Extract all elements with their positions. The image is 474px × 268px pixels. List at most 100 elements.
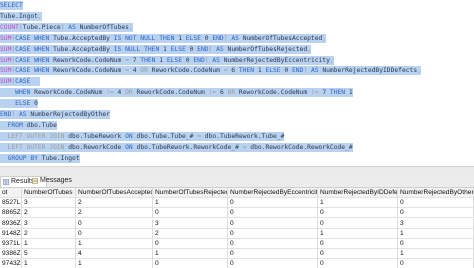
code-line: FROM dbo.Tube: [0, 120, 57, 130]
table-cell[interactable]: 0: [398, 259, 474, 268]
table-cell[interactable]: 2: [22, 228, 76, 239]
table-cell[interactable]: 0: [228, 218, 318, 229]
table-cell[interactable]: 0: [318, 249, 398, 260]
table-cell[interactable]: 0: [76, 218, 153, 229]
table-cell[interactable]: 3: [398, 218, 474, 229]
table-cell[interactable]: 8936Z: [0, 218, 22, 229]
table-cell[interactable]: 1: [22, 259, 76, 268]
table-cell[interactable]: 2: [22, 208, 76, 219]
table-cell[interactable]: 0: [76, 228, 153, 239]
table-cell[interactable]: 8865Z: [0, 208, 22, 219]
selected-text: SUM(CASE WHEN Tube.AcceptedBy IS NULL TH…: [0, 44, 311, 54]
code-token: IS NULL THEN: [113, 45, 160, 53]
code-token: SUM: [0, 78, 12, 86]
sql-editor[interactable]: SELECT Tube.Ingot, COUNT(Tube.Piece) AS Nu…: [0, 0, 474, 168]
code-token: THEN: [238, 67, 255, 75]
code-line: SUM(CASE WHEN Tube.AcceptedBy IS NULL TH…: [0, 44, 311, 54]
code-line: WHEN ReworkCode.CodeNum != 4 OR ReworkCo…: [0, 88, 353, 98]
table-cell[interactable]: 4: [76, 249, 153, 260]
table-cell[interactable]: 0: [153, 208, 228, 219]
tab-messages[interactable]: Messages: [30, 176, 81, 186]
code-line: LEFT OUTER JOIN dbo.ReworkCode ON dbo.Tu…: [0, 142, 353, 152]
code-token: THEN: [140, 56, 156, 64]
table-row[interactable]: 9743Z 1 1 0 0 0 0: [0, 259, 474, 268]
table-cell[interactable]: 1: [76, 259, 153, 268]
code-token: ELSE: [166, 56, 183, 64]
table-cell[interactable]: 0: [398, 208, 474, 219]
table-cell[interactable]: 0: [153, 259, 228, 268]
table-cell[interactable]: 0: [318, 208, 398, 219]
code-line: GROUP BY Tube.Ingot: [0, 153, 80, 163]
code-token: 1: [254, 67, 266, 75]
table-cell[interactable]: 3: [22, 218, 76, 229]
table-cell[interactable]: 0: [228, 208, 318, 219]
table-cell[interactable]: 1: [318, 228, 398, 239]
code-token: 7: [128, 56, 141, 64]
table-cell[interactable]: 3: [22, 198, 76, 209]
results-tab-bar: Results Messages: [0, 175, 474, 188]
table-cell[interactable]: 9386Z: [0, 249, 22, 260]
table-cell[interactable]: 1: [22, 239, 76, 249]
code-token: 1: [155, 56, 167, 64]
table-cell[interactable]: 9743Z: [0, 259, 22, 268]
table-cell[interactable]: 5: [22, 249, 76, 260]
table-cell[interactable]: 0: [228, 259, 318, 268]
table-cell[interactable]: 0: [318, 259, 398, 268]
code-token: NumberRejectedByEccentricity: [219, 56, 330, 64]
table-cell[interactable]: 0: [153, 239, 228, 249]
table-row[interactable]: 9371L 1 1 0 0 0 0: [0, 239, 474, 249]
table-row[interactable]: 9386Z 5 4 1 0 0 1: [0, 249, 474, 260]
table-cell[interactable]: 0: [228, 239, 318, 249]
code-token: 6: [216, 89, 228, 97]
code-token: dbo.Tube.Tube_#: [132, 132, 198, 140]
selected-text: SUM(CASE: [0, 77, 40, 87]
code-token: NumberRejectedByOther: [26, 111, 110, 118]
selected-text: SELECT: [0, 1, 23, 10]
selected-text: GROUP BY Tube.Ingot: [0, 153, 80, 163]
table-cell[interactable]: 2: [76, 208, 153, 219]
table-cell[interactable]: 0: [228, 198, 318, 209]
table-cell[interactable]: 0: [318, 218, 398, 229]
table-cell[interactable]: 0: [318, 239, 398, 249]
table-cell[interactable]: 0: [228, 249, 318, 260]
table-cell[interactable]: 1: [153, 198, 228, 209]
code-token: THEN: [329, 89, 346, 97]
table-cell[interactable]: 1: [153, 249, 228, 260]
table-cell[interactable]: 1: [318, 198, 398, 209]
code-token: ELSE: [185, 34, 201, 42]
code-line: SUM(CASE WHEN ReworkCode.CodeNum = 4 OR …: [0, 66, 421, 76]
table-cell[interactable]: 9371L: [0, 239, 22, 249]
table-row[interactable]: 8865Z 2 2 0 0 0 0: [0, 208, 474, 219]
column-header: NumberRejectedByIDDefects: [318, 188, 398, 198]
table-row[interactable]: 9148Z 2 0 2 0 1 1: [0, 228, 474, 239]
code-token: CASE WHEN: [15, 34, 50, 42]
table-cell[interactable]: 1: [398, 228, 474, 239]
code-token: IS NOT NULL THEN: [113, 34, 175, 42]
code-token: 0: [185, 45, 198, 53]
table-cell[interactable]: 2: [76, 198, 153, 209]
code-token: ELSE: [170, 45, 186, 53]
code-token: dbo.TubeRework: [64, 132, 126, 140]
selected-text: SUM(CASE WHEN ReworkCode.CodeNum = 4 OR …: [0, 66, 421, 76]
table-cell[interactable]: 3: [153, 218, 228, 229]
code-token: 6: [227, 67, 239, 75]
code-token: CASE WHEN: [15, 67, 50, 75]
table-cell[interactable]: 0: [228, 228, 318, 239]
table-row[interactable]: 8936Z 3 0 3 0 0 3: [0, 218, 474, 229]
table-row[interactable]: 8527L 3 2 1 0 1 0: [0, 198, 474, 209]
table-cell[interactable]: 8527L: [0, 198, 22, 209]
code-token: NumberOfTubesRejected: [223, 45, 308, 53]
code-token: END: [193, 56, 205, 64]
code-token: Tube.Ingot: [37, 154, 80, 162]
table-cell[interactable]: 1: [76, 239, 153, 249]
table-cell[interactable]: 1: [398, 249, 474, 260]
horizontal-scrollbar[interactable]: [0, 166, 474, 175]
table-cell[interactable]: 0: [398, 198, 474, 209]
table-cell[interactable]: 0: [398, 239, 474, 249]
table-cell[interactable]: 2: [153, 228, 228, 239]
code-token: END: [0, 111, 12, 118]
code-token: AS: [310, 67, 319, 75]
table-cell[interactable]: 9148Z: [0, 228, 22, 239]
